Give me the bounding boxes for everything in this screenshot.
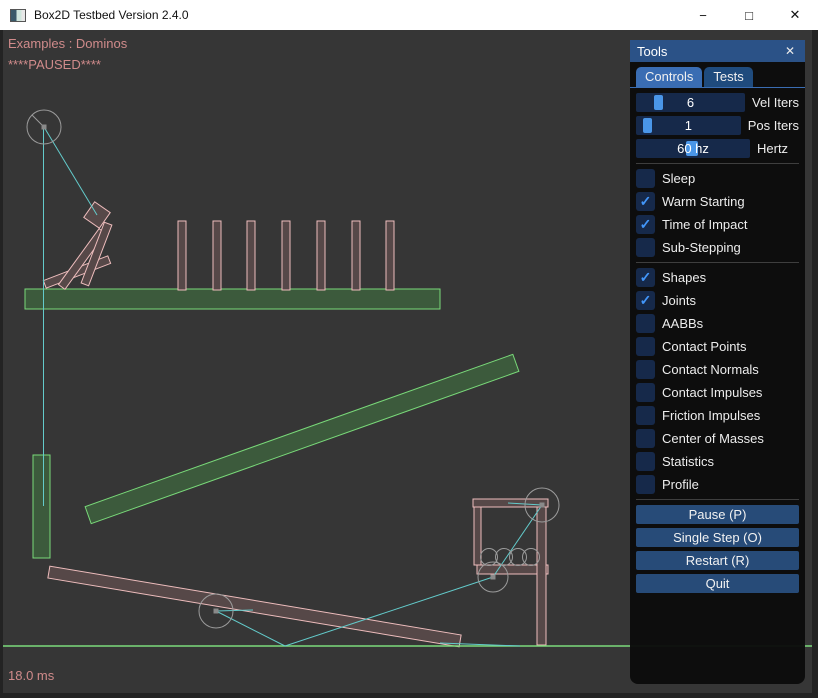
checkbox-profile[interactable]: Profile — [636, 475, 799, 494]
checkbox-label: Contact Points — [662, 339, 747, 354]
single-step-o-button[interactable]: Single Step (O) — [636, 528, 799, 547]
checkbox-label: Sub-Stepping — [662, 240, 741, 255]
slider-hertz[interactable]: 60 hz — [636, 139, 750, 158]
checkbox-label: AABBs — [662, 316, 703, 331]
checkbox-label: Statistics — [662, 454, 714, 469]
separator — [636, 163, 799, 164]
checkbox-box[interactable] — [636, 429, 655, 448]
checkbox-label: Friction Impulses — [662, 408, 760, 423]
checkbox-shapes[interactable]: ✓ Shapes — [636, 268, 799, 287]
slider-pos-iters[interactable]: 1 — [636, 116, 741, 135]
checkbox-friction-impulses[interactable]: Friction Impulses — [636, 406, 799, 425]
checkbox-label: Profile — [662, 477, 699, 492]
separator — [636, 262, 799, 263]
checkbox-joints[interactable]: ✓ Joints — [636, 291, 799, 310]
panel-close-icon[interactable]: ✕ — [782, 43, 798, 59]
checkbox-box[interactable] — [636, 169, 655, 188]
checkbox-label: Warm Starting — [662, 194, 745, 209]
minimize-button[interactable]: − — [680, 0, 726, 30]
checkbox-statistics[interactable]: Statistics — [636, 452, 799, 471]
panel-body: 6 Vel Iters 1 Pos Iters 60 hz Hertz Sleep ✓ War… — [630, 88, 805, 593]
app-window: Box2D Testbed Version 2.4.0 − □ ✕ Exampl… — [0, 0, 818, 698]
titlebar[interactable]: Box2D Testbed Version 2.4.0 − □ ✕ — [0, 0, 818, 30]
tab-tests[interactable]: Tests — [704, 67, 752, 87]
slider-vel-iters[interactable]: 6 — [636, 93, 745, 112]
separator — [636, 499, 799, 500]
checkbox-label: Contact Impulses — [662, 385, 762, 400]
checkbox-box[interactable] — [636, 337, 655, 356]
checkbox-time-of-impact[interactable]: ✓ Time of Impact — [636, 215, 799, 234]
tab-controls[interactable]: Controls — [636, 67, 702, 87]
checkbox-label: Shapes — [662, 270, 706, 285]
slider-row-hertz: 60 hz Hertz — [636, 139, 799, 158]
checkbox-center-of-masses[interactable]: Center of Masses — [636, 429, 799, 448]
checkbox-label: Contact Normals — [662, 362, 759, 377]
checkbox-contact-points[interactable]: Contact Points — [636, 337, 799, 356]
green-platforms — [25, 289, 519, 558]
tools-panel: Tools ✕ ControlsTests 6 Vel Iters 1 Pos Ite… — [630, 40, 805, 684]
slider-value: 1 — [636, 116, 741, 135]
slider-label: Hertz — [757, 141, 788, 156]
checkbox-label: Center of Masses — [662, 431, 764, 446]
checkbox-label: Joints — [662, 293, 696, 308]
checkbox-box[interactable] — [636, 383, 655, 402]
checkbox-box[interactable] — [636, 475, 655, 494]
checkbox-box[interactable]: ✓ — [636, 268, 655, 287]
slider-rows: 6 Vel Iters 1 Pos Iters 60 hz Hertz — [636, 93, 799, 158]
checkbox-label: Sleep — [662, 171, 695, 186]
slider-value: 6 — [636, 93, 745, 112]
simulation-canvas[interactable]: Examples : Dominos ****PAUSED**** 18.0 m… — [3, 30, 812, 693]
slider-label: Vel Iters — [752, 95, 799, 110]
sim-option-checkboxes: Sleep ✓ Warm Starting ✓ Time of Impact Sub-St… — [636, 169, 799, 257]
maximize-button[interactable]: □ — [726, 0, 772, 30]
checkbox-box[interactable]: ✓ — [636, 192, 655, 211]
slider-row-pos-iters: 1 Pos Iters — [636, 116, 799, 135]
close-button[interactable]: ✕ — [772, 0, 818, 30]
dominos-and-planks — [43, 202, 548, 647]
slider-label: Pos Iters — [748, 118, 799, 133]
checkbox-label: Time of Impact — [662, 217, 747, 232]
slider-row-vel-iters: 6 Vel Iters — [636, 93, 799, 112]
frame-time-label: 18.0 ms — [8, 668, 54, 683]
checkbox-box[interactable] — [636, 314, 655, 333]
checkbox-box[interactable] — [636, 238, 655, 257]
example-label: Examples : Dominos — [8, 36, 127, 51]
checkbox-box[interactable] — [636, 360, 655, 379]
window-title: Box2D Testbed Version 2.4.0 — [34, 8, 189, 22]
checkbox-sleep[interactable]: Sleep — [636, 169, 799, 188]
slider-value: 60 hz — [636, 139, 750, 158]
quit-button[interactable]: Quit — [636, 574, 799, 593]
action-buttons: Pause (P) Single Step (O) Restart (R) Quit — [636, 505, 799, 593]
paused-label: ****PAUSED**** — [8, 57, 101, 72]
tab-bar: ControlsTests — [630, 62, 805, 87]
app-icon — [10, 9, 26, 22]
checkbox-sub-stepping[interactable]: Sub-Stepping — [636, 238, 799, 257]
joint-anchor-squares — [42, 125, 545, 614]
window-controls: − □ ✕ — [680, 0, 818, 30]
checkbox-contact-normals[interactable]: Contact Normals — [636, 360, 799, 379]
tools-panel-titlebar[interactable]: Tools ✕ — [630, 40, 805, 62]
draw-option-checkboxes: ✓ Shapes ✓ Joints AABBs Contact Points Contact… — [636, 268, 799, 494]
checkbox-warm-starting[interactable]: ✓ Warm Starting — [636, 192, 799, 211]
checkbox-contact-impulses[interactable]: Contact Impulses — [636, 383, 799, 402]
checkbox-box[interactable]: ✓ — [636, 215, 655, 234]
restart-r-button[interactable]: Restart (R) — [636, 551, 799, 570]
checkbox-box[interactable]: ✓ — [636, 291, 655, 310]
tools-panel-title: Tools — [637, 44, 782, 59]
checkbox-aabbs[interactable]: AABBs — [636, 314, 799, 333]
pause-p-button[interactable]: Pause (P) — [636, 505, 799, 524]
checkbox-box[interactable] — [636, 406, 655, 425]
checkbox-box[interactable] — [636, 452, 655, 471]
